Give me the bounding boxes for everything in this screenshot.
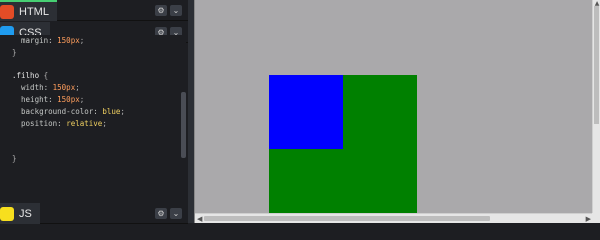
html-icon [0, 4, 14, 19]
html-tab-label: HTML [19, 5, 49, 18]
code-token: ; [75, 83, 80, 93]
html-settings-button[interactable]: ⚙ [155, 5, 167, 16]
preview-horizontal-scrollbar[interactable]: ◀ ▶ [195, 213, 593, 223]
preview-vertical-scrollbar[interactable]: ▲ [592, 0, 600, 213]
code-line: width: 150px; [12, 82, 180, 94]
editor-column: HTML ⚙ ⌄ CSS ⚙ ⌄ margin: 150px;} .filho {… [0, 0, 188, 224]
scrollbar-corner [592, 213, 600, 223]
css-editor-scroll-thumb[interactable] [181, 92, 186, 158]
code-line: .filho { [12, 70, 180, 82]
code-line: height: 150px; [12, 94, 180, 106]
code-token: background-color: [12, 106, 103, 116]
js-pane-header[interactable]: JS ⚙ ⌄ [0, 203, 188, 224]
code-token: width: [12, 83, 53, 93]
code-token: relative [66, 118, 103, 128]
code-token: ; [79, 94, 85, 104]
code-line: margin: 150px; [12, 35, 180, 47]
code-token: height: [12, 94, 58, 104]
code-token: { [39, 71, 49, 81]
code-token: blue [102, 106, 121, 116]
code-token: } [12, 47, 17, 57]
code-token: 150px [57, 94, 80, 104]
code-line: } [12, 47, 180, 59]
html-collapse-button[interactable]: ⌄ [170, 5, 182, 16]
code-line: } [12, 153, 180, 165]
code-line: background-color: blue; [12, 106, 180, 118]
code-token: ; [120, 106, 125, 116]
scroll-left-arrow-icon[interactable]: ◀ [197, 215, 202, 223]
css-code-editor[interactable]: margin: 150px;} .filho { width: 150px; he… [0, 35, 180, 203]
preview-vertical-scroll-thumb[interactable] [594, 6, 599, 124]
code-token: .filho [12, 71, 40, 81]
code-token: } [12, 153, 17, 163]
html-pane-header[interactable]: HTML ⚙ ⌄ [0, 0, 188, 21]
code-token: margin: [12, 36, 58, 45]
code-token: 150px [52, 83, 76, 93]
js-tab-label: JS [19, 207, 32, 220]
code-token: 150px [57, 36, 80, 45]
code-token: ; [102, 118, 107, 128]
js-tab[interactable]: JS [0, 203, 40, 224]
code-token: ; [79, 36, 85, 45]
scroll-right-arrow-icon[interactable]: ▶ [586, 215, 591, 223]
js-settings-button[interactable]: ⚙ [155, 208, 167, 219]
code-token: position: [12, 118, 67, 128]
html-tab[interactable]: HTML [0, 0, 57, 21]
js-collapse-button[interactable]: ⌄ [170, 208, 182, 219]
preview-pane: ▲ ◀ ▶ [194, 0, 600, 223]
preview-horizontal-scroll-thumb[interactable] [204, 216, 490, 221]
child-box-filho [269, 75, 343, 149]
js-icon [0, 206, 14, 221]
code-line: position: relative; [12, 118, 180, 130]
